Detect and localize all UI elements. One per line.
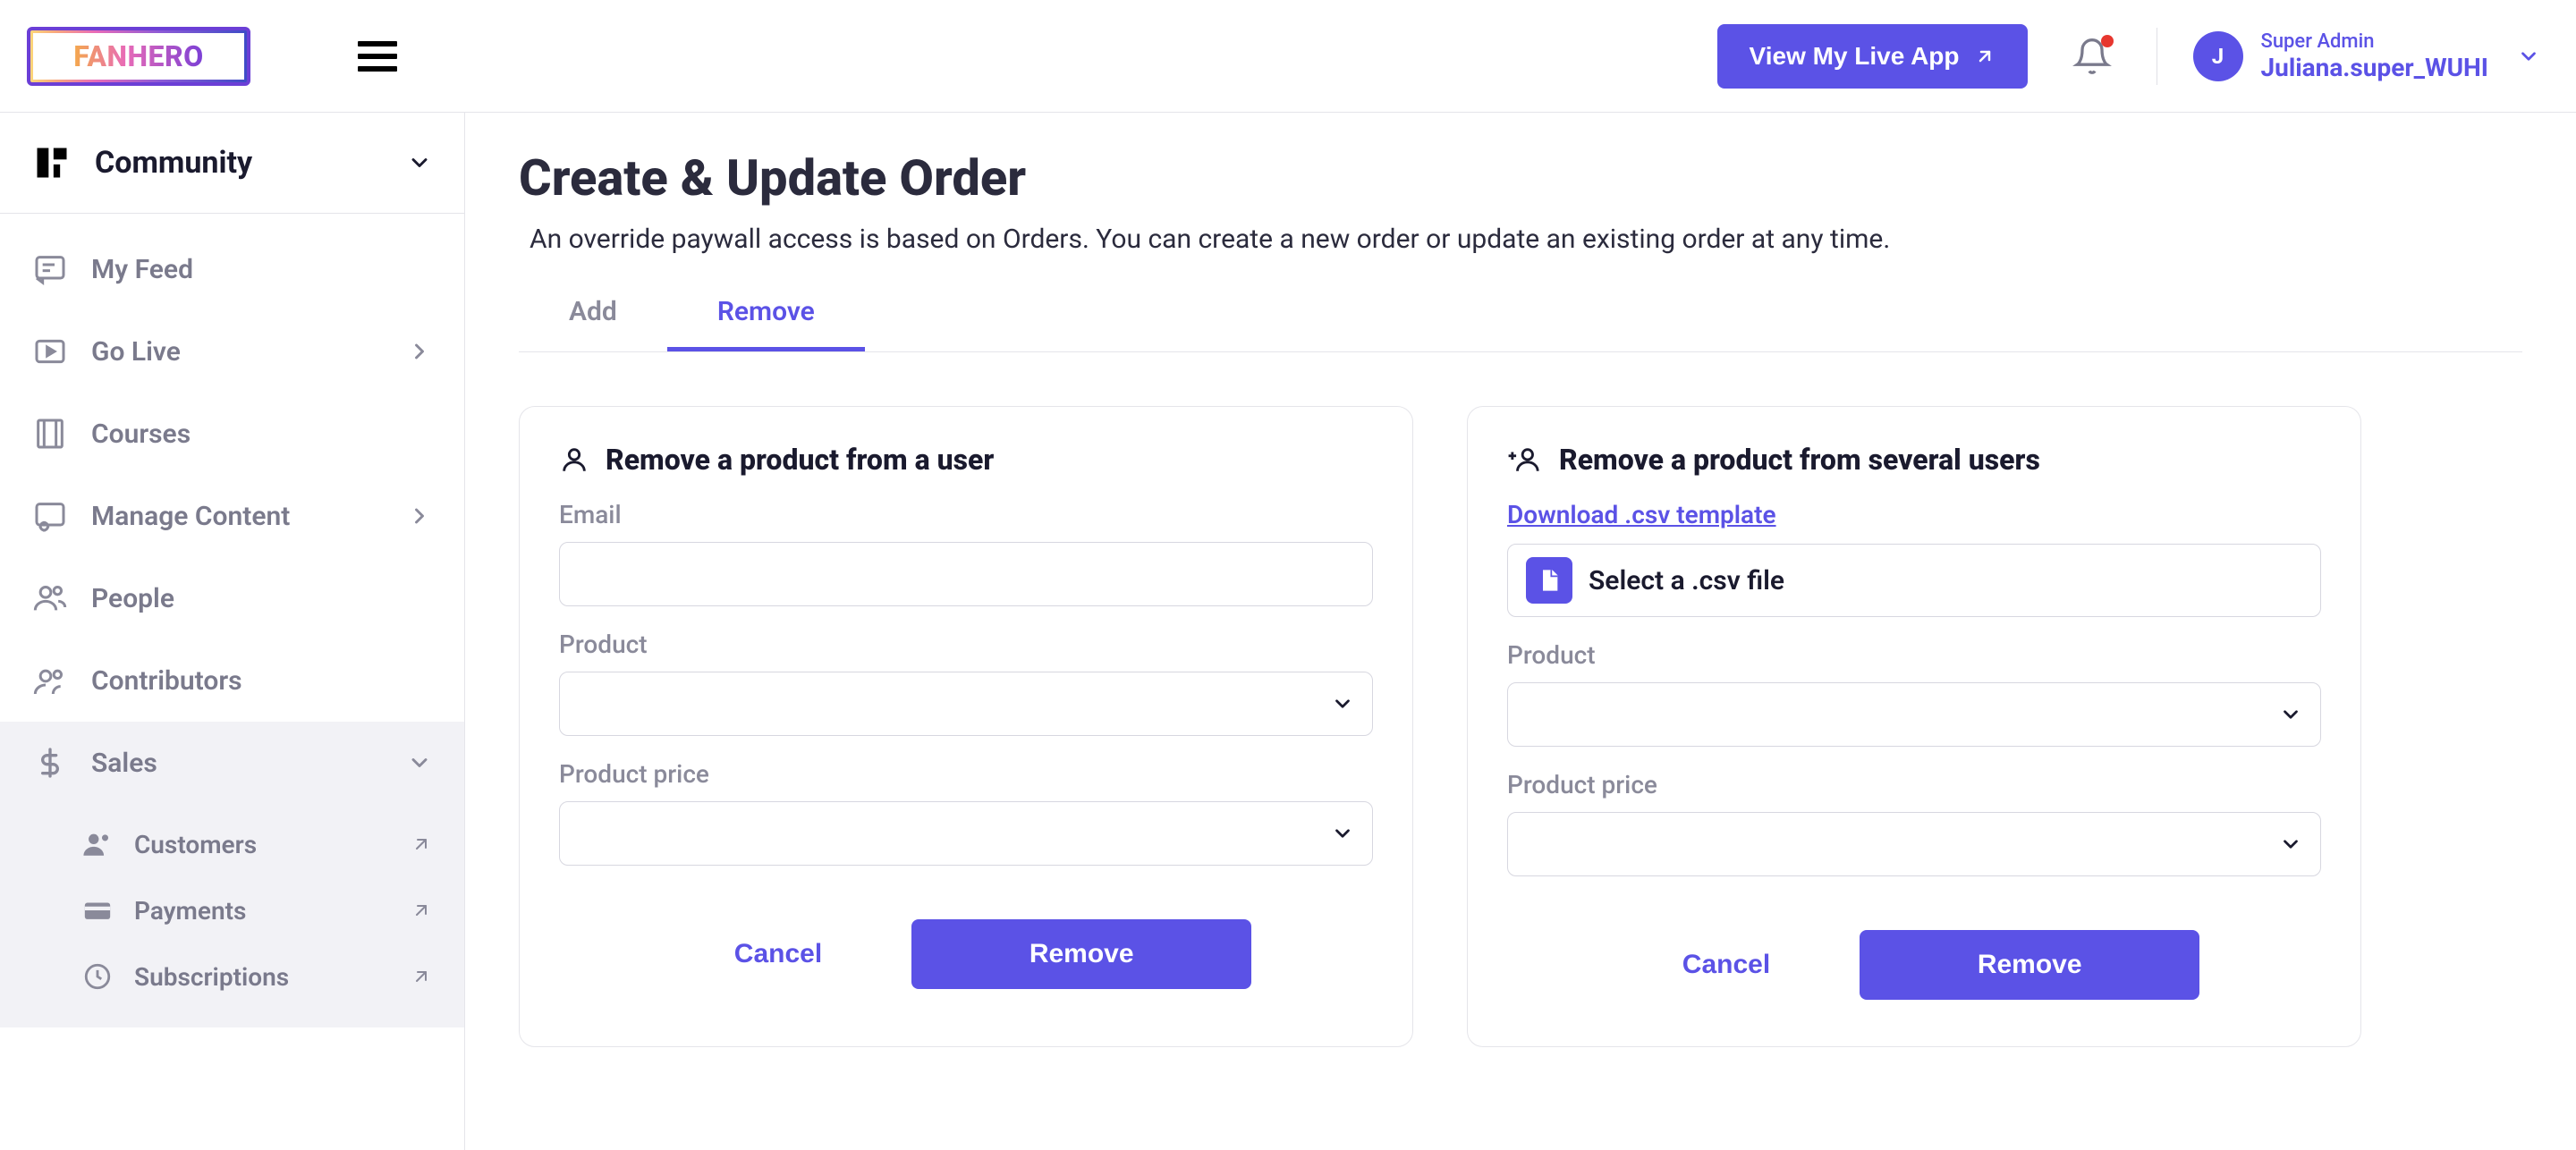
manage-content-icon [32,498,68,534]
sidebar-item-sales[interactable]: Sales [0,722,464,804]
remove-button[interactable]: Remove [911,919,1251,989]
user-role: Super Admin [2261,30,2489,53]
chevron-down-icon [407,150,432,175]
product-label: Product [559,630,1373,659]
notifications-button[interactable] [2072,37,2112,76]
go-live-icon [32,334,68,369]
remove-button[interactable]: Remove [1860,930,2199,1000]
card-remove-multi-user: Remove a product from several users Down… [1467,406,2361,1047]
email-label: Email [559,500,1373,529]
subnav-item-label: Payments [134,896,389,926]
subscriptions-icon [82,961,113,992]
sidebar-item-label: Courses [91,419,432,450]
people-add-icon [1507,444,1543,475]
sidebar-section-label: Community [95,145,384,181]
chevron-down-icon [2517,45,2540,68]
card-remove-single-user: Remove a product from a user Email Produ… [519,406,1413,1047]
chevron-right-icon [407,503,432,528]
sidebar-item-manage-content[interactable]: Manage Content [0,475,464,557]
file-icon [1526,557,1572,604]
sidebar-item-courses[interactable]: Courses [0,393,464,475]
csv-file-input[interactable]: Select a .csv file [1507,544,2321,617]
external-link-icon [1974,46,1996,67]
payments-icon [82,895,113,926]
avatar-initial: J [2212,44,2224,69]
file-input-label: Select a .csv file [1589,565,1784,596]
main-content: Create & Update Order An override paywal… [465,113,2576,1150]
price-select[interactable] [1507,812,2321,876]
external-link-icon [411,833,432,855]
user-name: Juliana.super_WUHI [2261,53,2489,82]
sidebar-item-label: Manage Content [91,501,384,532]
product-select[interactable] [559,672,1373,736]
sidebar: Community My Feed Go Live Courses [0,113,465,1150]
price-label: Product price [1507,770,2321,799]
cancel-button[interactable]: Cancel [1629,930,1824,1000]
chevron-down-icon [407,750,432,775]
person-icon [559,444,589,475]
sidebar-item-label: Contributors [91,665,432,697]
brand-name: FANHERO [73,39,204,73]
price-select[interactable] [559,801,1373,866]
courses-icon [32,416,68,452]
price-label: Product price [559,759,1373,789]
avatar: J [2193,31,2243,81]
card-title: Remove a product from several users [1559,443,2040,477]
tabs: Add Remove [519,280,2522,352]
contributors-icon [32,663,68,698]
tab-remove[interactable]: Remove [667,280,865,351]
community-icon [32,143,72,182]
product-select[interactable] [1507,682,2321,747]
page-description: An override paywall access is based on O… [530,224,2522,255]
customers-icon [82,829,113,859]
external-link-icon [411,900,432,921]
sidebar-item-label: Go Live [91,336,384,368]
sidebar-section-community[interactable]: Community [0,113,464,214]
subnav-item-label: Customers [134,830,389,859]
chevron-down-icon [2279,833,2302,856]
sales-subnav: Customers Payments Subscriptions [0,804,464,1027]
user-menu[interactable]: J Super Admin Juliana.super_WUHI [2193,30,2541,82]
sidebar-item-label: Sales [91,748,384,779]
notification-dot [2101,35,2114,47]
subnav-item-customers[interactable]: Customers [0,811,464,877]
sidebar-item-contributors[interactable]: Contributors [0,639,464,722]
sales-icon [32,745,68,781]
page-title: Create & Update Order [519,148,2522,207]
chevron-right-icon [407,339,432,364]
topbar: FANHERO View My Live App J Super Admin J… [0,0,2576,113]
menu-toggle-icon[interactable] [358,41,397,72]
sidebar-item-label: People [91,583,432,614]
chevron-down-icon [2279,703,2302,726]
chevron-down-icon [1331,692,1354,715]
view-live-app-label: View My Live App [1750,42,1960,71]
people-icon [32,580,68,616]
external-link-icon [411,966,432,987]
sidebar-item-my-feed[interactable]: My Feed [0,228,464,310]
subnav-item-payments[interactable]: Payments [0,877,464,943]
card-title: Remove a product from a user [606,443,994,477]
tab-add[interactable]: Add [519,280,667,351]
feed-icon [32,251,68,287]
cancel-button[interactable]: Cancel [681,919,876,989]
email-input[interactable] [559,542,1373,606]
brand-logo[interactable]: FANHERO [27,27,250,86]
product-label: Product [1507,640,2321,670]
chevron-down-icon [1331,822,1354,845]
subnav-item-subscriptions[interactable]: Subscriptions [0,943,464,1010]
sidebar-item-go-live[interactable]: Go Live [0,310,464,393]
download-csv-link[interactable]: Download .csv template [1507,500,1776,529]
sidebar-item-label: My Feed [91,254,432,285]
subnav-item-label: Subscriptions [134,962,389,992]
sidebar-item-people[interactable]: People [0,557,464,639]
view-live-app-button[interactable]: View My Live App [1717,24,2028,89]
